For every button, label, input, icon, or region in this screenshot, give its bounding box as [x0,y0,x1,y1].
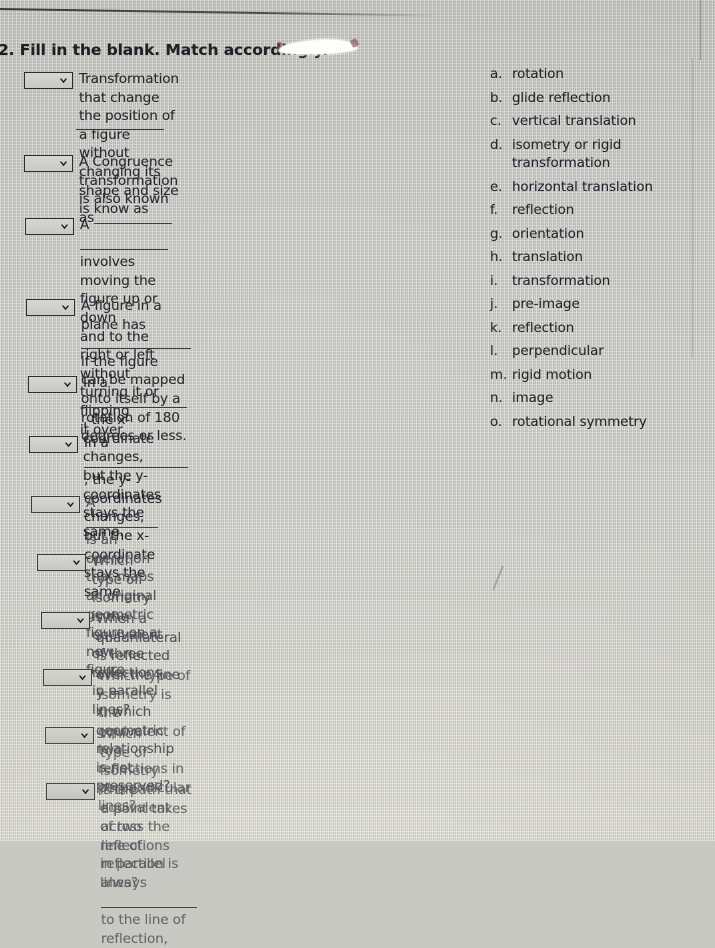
answer-blank-4[interactable] [81,348,191,350]
option-e[interactable]: e. horizontal translation [490,179,705,198]
option-f-label: f. [490,203,498,218]
chevron-down-icon [59,78,68,84]
answer-dropdown-3[interactable] [25,218,74,235]
option-k-label: k. [490,320,502,336]
chevron-down-icon [81,789,90,795]
option-g[interactable]: g. orientation [490,226,705,245]
option-b-label: b. [490,90,503,106]
option-g-label: g. [490,226,503,242]
option-d-label: d. [490,137,503,153]
option-f[interactable]: f. reflection [490,202,705,221]
option-l-value: perpendicular [512,344,604,359]
answer-options-list: a. rotation b. glide reflection c. verti… [490,66,705,437]
q2-line1: A Congruence transformation is also know… [79,154,178,208]
option-i-label: i. [490,273,498,289]
answer-dropdown-2[interactable] [24,155,73,172]
q1-line1: Transformation that change the position … [79,71,179,143]
option-m-value: rigid motion [512,367,592,383]
redaction-right-nick [349,37,360,49]
option-j-label: j. [490,297,498,312]
q12-line2-pre: reflection is always [101,856,179,891]
option-n[interactable]: n. image [490,390,705,409]
option-h[interactable]: h. translation [490,249,705,268]
answer-blank-7[interactable] [86,526,158,528]
worksheet-content: 2. Fill in the blank. Match accordingly.… [0,0,715,947]
q12-line2-post: to the line of [101,912,186,929]
q4-line1-post: if the figure [81,353,159,370]
question-text-12: The path that a point takes across the l… [101,781,197,948]
option-h-label: h. [490,250,503,265]
chevron-down-icon [61,305,70,311]
option-n-value: image [512,391,554,406]
q7-line1-pre: A [86,495,96,511]
right-edge-line [700,0,701,60]
option-k[interactable]: k. reflection [490,320,705,339]
answer-dropdown-10[interactable] [43,669,92,686]
answer-dropdown-1[interactable] [24,72,73,89]
option-m-label: m. [490,367,508,383]
option-d-value: isometry or rigid transformation [512,137,622,172]
option-c[interactable]: c. vertical translation [490,113,705,132]
option-h-value: translation [512,250,583,265]
option-a[interactable]: a. rotation [490,66,705,85]
q12-line3: reflection, [101,930,168,947]
q3-line1-pre: A [80,217,90,233]
option-b[interactable]: b. glide reflection [490,90,705,109]
chevron-down-icon [63,382,72,388]
chevron-down-icon [72,560,81,566]
option-i[interactable]: i. transformation [490,273,705,292]
page-title: 2. Fill in the blank. Match accordingly. [0,41,329,59]
chevron-down-icon [78,675,87,681]
option-a-label: a. [490,67,503,82]
option-n-label: n. [490,391,503,406]
answer-dropdown-8[interactable] [37,554,86,571]
answer-dropdown-6[interactable] [29,436,78,453]
answer-blank-1[interactable] [76,129,164,130]
option-l-label: l. [490,344,498,359]
option-k-value: reflection [512,320,575,336]
answer-blank-5[interactable] [83,406,187,408]
chevron-down-icon [76,618,85,624]
top-horizontal-rule [0,8,438,17]
option-o-label: o. [490,414,503,430]
answer-blank-12[interactable] [101,906,197,908]
option-c-label: c. [490,114,502,129]
chevron-down-icon [59,161,68,167]
screen-scratch-artifact [492,565,504,591]
option-i-value: transformation [512,273,611,289]
answer-blank-6[interactable] [84,466,188,468]
option-e-value: horizontal translation [512,179,653,195]
option-j-value: pre-image [512,297,580,312]
option-l[interactable]: l. perpendicular [490,343,705,362]
answer-dropdown-5[interactable] [28,376,77,393]
q5-line1-pre: In a [83,375,108,391]
chevron-down-icon [60,224,69,230]
option-g-value: orientation [512,226,585,242]
option-o-value: rotational symmetry [512,414,647,430]
option-m[interactable]: m. rigid motion [490,367,705,386]
answer-dropdown-4[interactable] [26,299,75,316]
answer-dropdown-11[interactable] [45,727,94,744]
option-d[interactable]: d. isometry or rigid transformation [490,137,705,174]
option-e-label: e. [490,179,503,195]
option-f-value: reflection [512,203,575,218]
q12-line1: The path that a point takes across the l… [101,782,192,854]
answer-blank-3[interactable] [80,248,168,250]
option-b-value: glide reflection [512,90,611,106]
option-j[interactable]: j. pre-image [490,296,705,315]
option-o[interactable]: o. rotational symmetry [490,414,705,433]
chevron-down-icon [66,502,75,508]
chevron-down-icon [64,442,73,448]
answer-dropdown-9[interactable] [41,612,90,629]
option-a-value: rotation [512,67,564,82]
q6-line1-pre: In a [84,435,109,451]
chevron-down-icon [80,733,89,739]
q4-line1-pre: A figure in a plane has [81,298,162,333]
answer-dropdown-7[interactable] [31,496,80,513]
answer-dropdown-12[interactable] [46,783,95,800]
option-c-value: vertical translation [512,114,637,129]
